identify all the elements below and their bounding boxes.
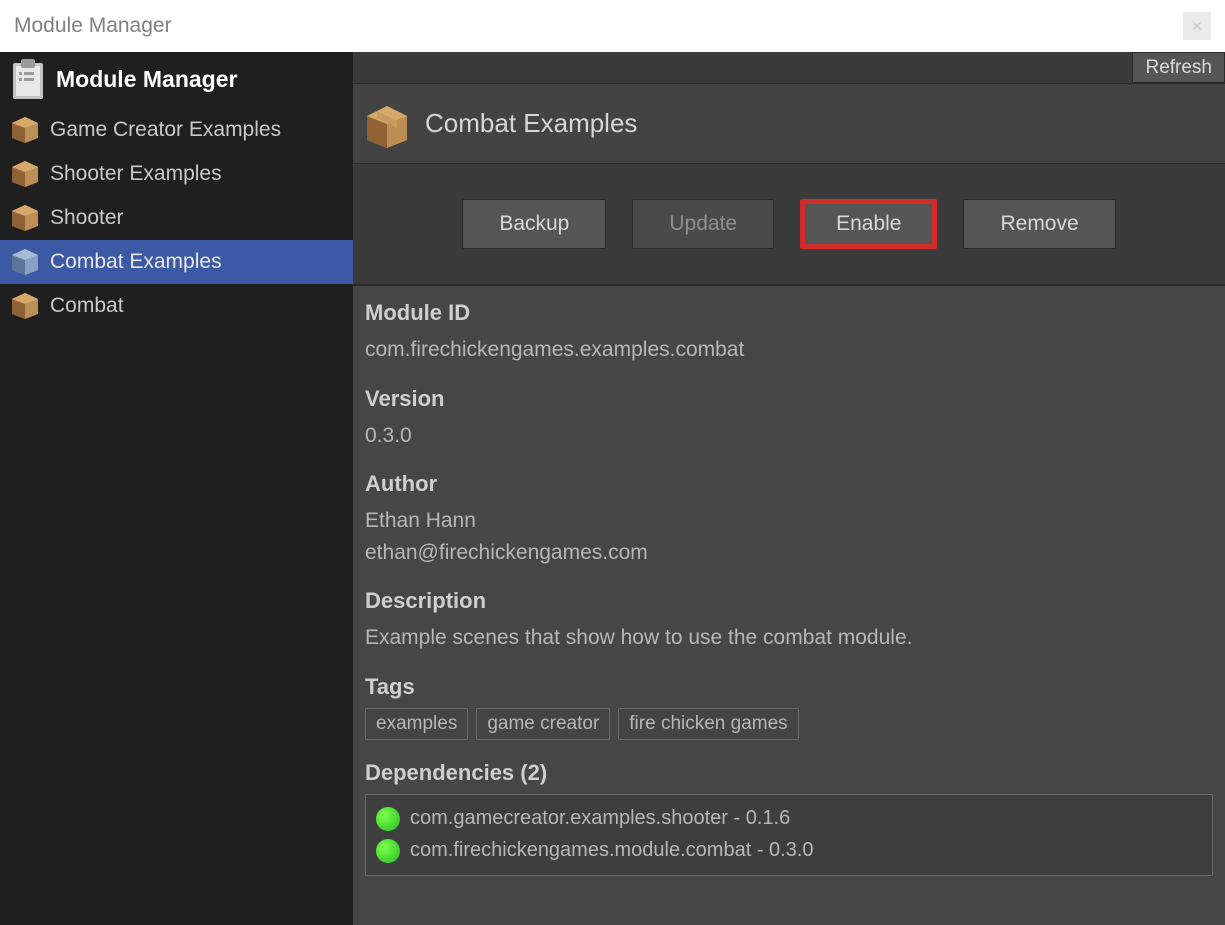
tag: examples [365,708,468,740]
dependency-row: com.gamecreator.examples.shooter - 0.1.6 [376,803,1202,835]
sidebar-item-label: Shooter Examples [50,162,222,186]
remove-button[interactable]: Remove [963,199,1115,249]
dependency-row: com.firechickengames.module.combat - 0.3… [376,835,1202,867]
clipboard-icon [10,58,46,100]
sidebar: Module Manager Game Creator Examples Shoo… [0,52,353,925]
main-layout: Module Manager Game Creator Examples Shoo… [0,52,1225,925]
window-title: Module Manager [14,14,172,38]
update-button-label: Update [669,212,737,236]
enable-button[interactable]: Enable [800,199,937,249]
author-email: ethan@firechickengames.com [365,537,1213,569]
package-icon [363,100,411,148]
package-icon [10,201,40,236]
backup-button[interactable]: Backup [462,199,606,249]
dependencies-box: com.gamecreator.examples.shooter - 0.1.6… [365,794,1213,876]
sidebar-item-label: Combat [50,294,124,318]
content-panel: Refresh Combat Examples Backup Update En… [353,52,1225,925]
dependency-text: com.gamecreator.examples.shooter - 0.1.6 [410,807,790,830]
actions-bar: Backup Update Enable Remove [353,164,1225,286]
sidebar-item[interactable]: Shooter [0,196,353,240]
package-icon [10,157,40,192]
module-title: Combat Examples [425,108,637,139]
dependencies-label: Dependencies (2) [365,760,1213,786]
top-bar: Refresh [353,52,1225,84]
enable-button-label: Enable [836,212,901,236]
tags-row: examplesgame creatorfire chicken games [365,708,1213,740]
tag: game creator [476,708,610,740]
close-icon: × [1192,16,1203,37]
status-dot-ok-icon [376,839,400,863]
module-id-group: Module ID com.firechickengames.examples.… [365,300,1213,366]
status-dot-ok-icon [376,807,400,831]
tags-label: Tags [365,674,1213,700]
sidebar-items: Game Creator Examples Shooter Examples Sho… [0,108,353,328]
sidebar-item-label: Combat Examples [50,250,222,274]
refresh-button-label: Refresh [1145,57,1212,79]
author-name: Ethan Hann [365,505,1213,537]
sidebar-item-label: Shooter [50,206,124,230]
sidebar-item[interactable]: Combat Examples [0,240,353,284]
sidebar-header: Module Manager [0,52,353,108]
module-id-value: com.firechickengames.examples.combat [365,334,1213,366]
update-button[interactable]: Update [632,199,774,249]
sidebar-item[interactable]: Combat [0,284,353,328]
remove-button-label: Remove [1000,212,1078,236]
backup-button-label: Backup [499,212,569,236]
package-icon [10,245,40,280]
window-close-button[interactable]: × [1183,12,1211,40]
version-group: Version 0.3.0 [365,386,1213,452]
author-group: Author Ethan Hann ethan@firechickengames… [365,471,1213,568]
package-icon [10,289,40,324]
description-group: Description Example scenes that show how… [365,588,1213,654]
description-label: Description [365,588,1213,614]
sidebar-title: Module Manager [56,66,237,93]
author-label: Author [365,471,1213,497]
module-details: Module ID com.firechickengames.examples.… [353,286,1225,910]
module-header: Combat Examples [353,84,1225,164]
dependencies-group: Dependencies (2) com.gamecreator.example… [365,760,1213,876]
refresh-button[interactable]: Refresh [1132,52,1225,83]
description-value: Example scenes that show how to use the … [365,622,1213,654]
sidebar-item-label: Game Creator Examples [50,118,281,142]
dependency-text: com.firechickengames.module.combat - 0.3… [410,839,814,862]
tag: fire chicken games [618,708,798,740]
sidebar-item[interactable]: Game Creator Examples [0,108,353,152]
version-label: Version [365,386,1213,412]
module-id-label: Module ID [365,300,1213,326]
window-title-bar: Module Manager × [0,0,1225,52]
tags-group: Tags examplesgame creatorfire chicken ga… [365,674,1213,740]
version-value: 0.3.0 [365,420,1213,452]
sidebar-item[interactable]: Shooter Examples [0,152,353,196]
package-icon [10,113,40,148]
